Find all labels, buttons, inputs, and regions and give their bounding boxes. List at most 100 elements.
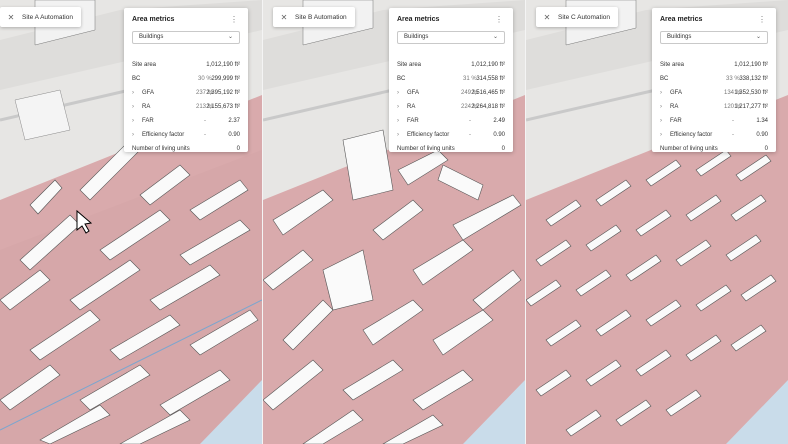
metric-label: FAR [670,118,682,124]
chevron-right-icon[interactable]: › [132,104,134,110]
ra-row[interactable]: › RA 120 % 1,217,277 ft² [652,102,776,114]
chevron-right-icon[interactable]: › [660,90,662,96]
site-tab[interactable]: ✕ Site C Automation [536,7,619,27]
metric-label: RA [142,104,151,110]
bc-row: BC 33 % 338,132 ft² [652,74,776,86]
metric-label: Efficiency factor [670,132,713,138]
card-title: Area metrics [132,16,175,23]
metric-value: 2,516,465 ft² [471,90,505,96]
metric-value: 299,999 ft² [211,76,240,82]
metric-value: 0.90 [228,132,240,138]
metric-label: Number of living units [660,146,718,152]
chevron-right-icon[interactable]: › [397,118,399,124]
more-vertical-icon[interactable]: ⋮ [758,15,766,24]
gfa-row[interactable]: › GFA 237 % 2,395,192 ft² [124,88,248,100]
metric-label: Number of living units [132,146,190,152]
category-dropdown[interactable]: Buildings ⌄ [132,31,240,44]
metric-label: Site area [397,62,422,68]
area-metrics-card: Area metrics ⋮ Buildings ⌄ Site area 1,0… [652,8,776,152]
metric-value: 1,012,190 ft² [734,62,768,68]
metric-percent: - [732,118,734,124]
card-title: Area metrics [397,16,440,23]
site-area-row: Site area 1,012,190 ft² [124,60,248,72]
metric-value: 314,558 ft² [476,76,505,82]
metric-percent: - [469,132,471,138]
chevron-right-icon[interactable]: › [132,118,134,124]
gfa-row[interactable]: › GFA 249 % 2,516,465 ft² [389,88,513,100]
site-b-view[interactable]: ✕ Site B Automation Area metrics ⋮ Build… [263,0,525,444]
chevron-right-icon[interactable]: › [397,132,399,138]
metric-value: 0 [236,146,240,152]
ra-row[interactable]: › RA 224 % 2,264,818 ft² [389,102,513,114]
metric-value: 0 [501,146,505,152]
site-tab[interactable]: ✕ Site A Automation [0,7,81,27]
metric-label: RA [407,104,416,110]
category-dropdown[interactable]: Buildings ⌄ [660,31,768,44]
metric-label: Efficiency factor [407,132,450,138]
far-row[interactable]: › FAR - 2.49 [389,116,513,128]
bc-row: BC 31 % 314,558 ft² [389,74,513,86]
close-icon[interactable]: ✕ [536,13,558,22]
metric-label: FAR [407,118,419,124]
metric-label: BC [660,76,669,82]
metric-label: GFA [670,90,683,96]
chevron-down-icon: ⌄ [755,34,761,40]
site-tab[interactable]: ✕ Site B Automation [273,7,355,27]
card-title: Area metrics [660,16,703,23]
close-icon[interactable]: ✕ [0,13,22,22]
chevron-right-icon[interactable]: › [397,104,399,110]
more-vertical-icon[interactable]: ⋮ [495,15,503,24]
efficiency-row[interactable]: › Efficiency factor - 0.90 [389,130,513,142]
metric-label: RA [670,104,679,110]
metric-label: GFA [407,90,420,96]
chevron-right-icon[interactable]: › [132,90,134,96]
metric-value: 2,264,818 ft² [471,104,505,110]
site-tab-title: Site C Automation [558,13,611,21]
site-area-row: Site area 1,012,190 ft² [652,60,776,72]
chevron-right-icon[interactable]: › [132,132,134,138]
living-units-row: Number of living units 0 [124,144,248,156]
more-vertical-icon[interactable]: ⋮ [230,15,238,24]
viewport: ✕ Site A Automation Area metrics ⋮ Build… [0,0,788,444]
far-row[interactable]: › FAR - 1.34 [652,116,776,128]
metric-label: Site area [660,62,685,68]
metric-value: 1,012,190 ft² [471,62,505,68]
metric-label: Number of living units [397,146,455,152]
metric-percent: 33 % [726,76,740,82]
metric-percent: - [204,118,206,124]
area-metrics-card: Area metrics ⋮ Buildings ⌄ Site area 1,0… [389,8,513,152]
metric-label: GFA [142,90,155,96]
gfa-row[interactable]: › GFA 134 % 1,352,530 ft² [652,88,776,100]
metric-label: BC [132,76,141,82]
dropdown-value: Buildings [139,34,164,40]
close-icon[interactable]: ✕ [273,13,295,22]
efficiency-row[interactable]: › Efficiency factor - 0.90 [124,130,248,142]
chevron-down-icon: ⌄ [227,34,233,40]
chevron-right-icon[interactable]: › [397,90,399,96]
dropdown-value: Buildings [667,34,692,40]
area-metrics-card: Area metrics ⋮ Buildings ⌄ Site area 1,0… [124,8,248,152]
site-area-row: Site area 1,012,190 ft² [389,60,513,72]
metric-value: 0 [764,146,768,152]
chevron-right-icon[interactable]: › [660,132,662,138]
metric-value: 1,352,530 ft² [734,90,768,96]
metric-label: Efficiency factor [142,132,185,138]
metric-value: 338,132 ft² [739,76,768,82]
ra-row[interactable]: › RA 213 % 2,155,673 ft² [124,102,248,114]
metric-percent: - [204,132,206,138]
category-dropdown[interactable]: Buildings ⌄ [397,31,505,44]
metric-value: 0.90 [756,132,768,138]
metric-label: BC [397,76,406,82]
chevron-right-icon[interactable]: › [660,118,662,124]
site-tab-title: Site A Automation [22,13,73,21]
efficiency-row[interactable]: › Efficiency factor - 0.90 [652,130,776,142]
metric-value: 2,395,192 ft² [206,90,240,96]
site-a-view[interactable]: ✕ Site A Automation Area metrics ⋮ Build… [0,0,262,444]
metric-percent: 30 % [198,76,212,82]
far-row[interactable]: › FAR - 2.37 [124,116,248,128]
site-c-view[interactable]: ✕ Site C Automation Area metrics ⋮ Build… [526,0,788,444]
metric-percent: 31 % [463,76,477,82]
chevron-right-icon[interactable]: › [660,104,662,110]
metric-percent: - [469,118,471,124]
metric-value: 2.49 [493,118,505,124]
